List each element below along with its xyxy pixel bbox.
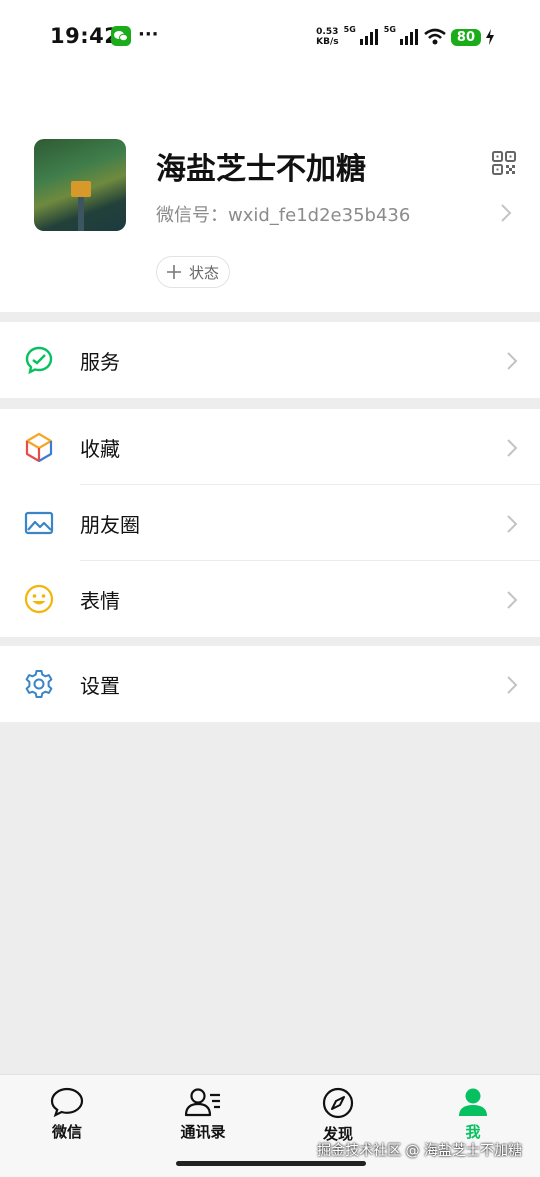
- status-time: 19:42: [50, 24, 120, 48]
- smiley-face-icon: [24, 584, 54, 614]
- wechat-id: 微信号：wxid_fe1d2e35b436: [156, 201, 410, 227]
- net-speed-value: 0.53: [316, 27, 339, 37]
- net-speed: 0.53 KB/s: [316, 27, 338, 47]
- moments-picture-icon: [24, 511, 54, 535]
- wechat-notification-icon: [111, 26, 131, 46]
- menu-label-moments: 朋友圈: [80, 513, 140, 537]
- chat-bubble-icon: [50, 1087, 84, 1117]
- avatar-tram-graphic: [71, 181, 91, 197]
- charging-icon: [486, 29, 494, 45]
- qr-code-icon[interactable]: [492, 151, 516, 175]
- chevron-right-icon: [507, 591, 518, 609]
- menu-group-content: 收藏 朋友圈 表情: [0, 409, 540, 637]
- signal-icon: [359, 29, 378, 45]
- tab-label-chats: 微信: [51, 1123, 82, 1141]
- menu-item-favorites[interactable]: 收藏: [0, 409, 540, 485]
- menu-label-service: 服务: [80, 350, 120, 374]
- wechat-id-value: wxid_fe1d2e35b436: [228, 205, 411, 226]
- menu-item-settings[interactable]: 设置: [0, 646, 540, 722]
- nickname: 海盐芝士不加糖: [156, 152, 366, 187]
- contacts-icon: [184, 1088, 220, 1117]
- avatar-track-graphic: [78, 197, 84, 231]
- person-icon: [459, 1088, 487, 1116]
- more-notifications-icon: ···: [138, 24, 159, 45]
- menu-group-service: 服务: [0, 322, 540, 398]
- plus-icon: [167, 265, 181, 279]
- tab-chats[interactable]: 微信: [17, 1087, 117, 1142]
- menu-group-settings: 设置: [0, 646, 540, 722]
- tab-label-me: 我: [465, 1123, 481, 1141]
- sim2-5g-label: 5G: [383, 24, 396, 34]
- sim1-5g-label: 5G: [343, 24, 356, 34]
- favorites-cube-icon: [25, 432, 53, 462]
- menu-item-moments[interactable]: 朋友圈: [0, 485, 540, 561]
- compass-icon: [322, 1087, 354, 1119]
- menu-label-settings: 设置: [80, 674, 120, 698]
- gear-icon: [25, 670, 53, 698]
- chevron-right-icon: [507, 676, 518, 694]
- menu-label-stickers: 表情: [80, 589, 120, 613]
- battery-level: 80: [450, 28, 481, 46]
- tab-contacts[interactable]: 通讯录: [153, 1087, 253, 1142]
- menu-item-service[interactable]: 服务: [0, 322, 540, 398]
- tab-discover[interactable]: 发现: [288, 1087, 388, 1144]
- service-icon: [25, 346, 53, 375]
- tab-label-contacts: 通讯录: [180, 1123, 226, 1141]
- watermark: 掘金技术社区 @ 海盐芝士不加糖: [317, 1143, 522, 1159]
- add-status-label: 状态: [189, 263, 220, 282]
- chevron-right-icon[interactable]: [500, 203, 512, 223]
- status-bar: 19:42 ··· 0.53 KB/s 5G 5G 80: [0, 0, 540, 74]
- add-status-button[interactable]: 状态: [156, 256, 231, 288]
- status-indicators: 0.53 KB/s 5G 5G 80: [316, 24, 494, 50]
- chevron-right-icon: [507, 352, 518, 370]
- home-indicator[interactable]: [176, 1161, 366, 1166]
- chevron-right-icon: [507, 515, 518, 533]
- menu-label-favorites: 收藏: [80, 437, 120, 461]
- menu-item-stickers[interactable]: 表情: [0, 561, 540, 637]
- net-speed-unit: KB/s: [316, 37, 339, 47]
- wechat-id-label: 微信号：: [156, 205, 228, 226]
- tab-me[interactable]: 我: [423, 1087, 523, 1142]
- avatar[interactable]: [34, 139, 126, 231]
- profile-header[interactable]: 海盐芝士不加糖 微信号：wxid_fe1d2e35b436 状态: [0, 74, 540, 312]
- signal-icon: [399, 29, 418, 45]
- chevron-right-icon: [507, 439, 518, 457]
- wifi-icon: [424, 28, 446, 45]
